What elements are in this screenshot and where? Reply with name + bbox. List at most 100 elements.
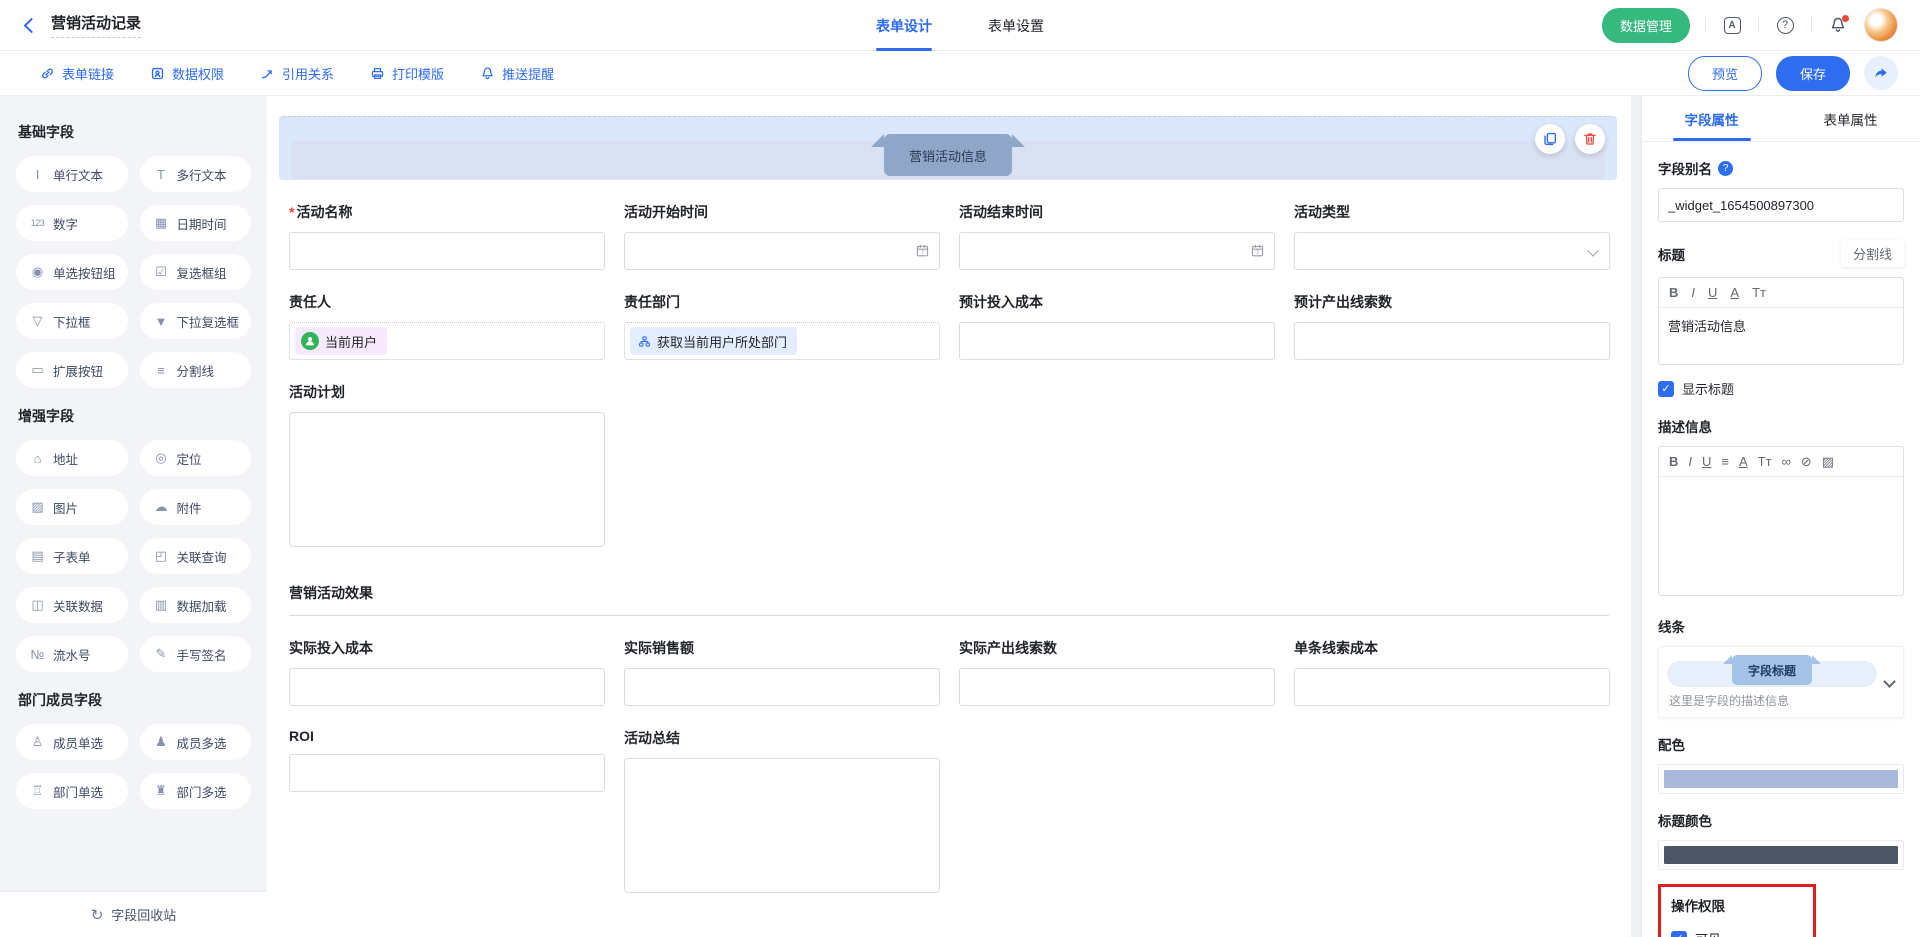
palette-item-linked-query[interactable]: ◰关联查询 bbox=[140, 538, 252, 574]
palette-item-linked-data[interactable]: ◫关联数据 bbox=[16, 587, 128, 623]
form-link-button[interactable]: 表单链接 bbox=[40, 64, 114, 83]
palette-item-address[interactable]: ⌂地址 bbox=[16, 440, 128, 476]
copy-widget-button[interactable] bbox=[1535, 124, 1565, 154]
print-template-button[interactable]: 打印模版 bbox=[370, 64, 444, 83]
radio-group-icon: ◉ bbox=[29, 264, 46, 280]
palette-item-datetime[interactable]: ▦日期时间 bbox=[140, 205, 252, 241]
alias-help-icon[interactable]: ? bbox=[1718, 161, 1733, 176]
reference-icon bbox=[260, 66, 275, 81]
palette-item-number[interactable]: 123数字 bbox=[16, 205, 128, 241]
color-scheme-picker[interactable] bbox=[1658, 764, 1904, 794]
underline-icon[interactable]: U bbox=[1708, 286, 1717, 299]
tab-form-settings[interactable]: 表单设置 bbox=[988, 0, 1044, 51]
selected-divider-widget[interactable]: 营销活动信息 bbox=[279, 116, 1617, 180]
show-title-checkbox-row[interactable]: ✓ 显示标题 bbox=[1658, 379, 1904, 398]
tab-form-design[interactable]: 表单设计 bbox=[876, 0, 932, 51]
form-title[interactable]: 营销活动记录 bbox=[51, 12, 141, 38]
palette-item-member-single[interactable]: ♙成员单选 bbox=[16, 724, 128, 760]
activity-summary-textarea[interactable] bbox=[624, 758, 940, 893]
description-editor-content[interactable] bbox=[1659, 477, 1903, 595]
font-color-icon[interactable]: A bbox=[1739, 455, 1748, 468]
palette-item-signature[interactable]: ✎手写签名 bbox=[140, 636, 252, 672]
actual-sales-input[interactable] bbox=[624, 668, 940, 706]
activity-plan-textarea[interactable] bbox=[289, 412, 605, 547]
palette-item-image[interactable]: ▨图片 bbox=[16, 489, 128, 525]
bold-icon[interactable]: B bbox=[1669, 455, 1678, 468]
palette-item-location[interactable]: ◎定位 bbox=[140, 440, 252, 476]
title-color-picker[interactable] bbox=[1658, 840, 1904, 870]
back-icon[interactable] bbox=[24, 17, 40, 33]
palette-item-divider[interactable]: ≡分割线 bbox=[140, 352, 252, 388]
palette-item-dropdown[interactable]: ▽下拉框 bbox=[16, 303, 128, 339]
multi-line-text-icon: T bbox=[153, 167, 170, 182]
push-reminder-button[interactable]: 推送提醒 bbox=[480, 64, 554, 83]
palette-item-single-line-text[interactable]: I单行文本 bbox=[16, 156, 128, 192]
reference-relation-button[interactable]: 引用关系 bbox=[260, 64, 334, 83]
font-size-icon[interactable]: Tᴛ bbox=[1758, 455, 1772, 468]
title-editor-content[interactable]: 营销活动信息 bbox=[1659, 308, 1903, 364]
bold-icon[interactable]: B bbox=[1669, 286, 1678, 299]
save-button[interactable]: 保存 bbox=[1776, 56, 1850, 91]
cost-per-lead-input[interactable] bbox=[1294, 668, 1610, 706]
palette-item-member-multi[interactable]: ♟成员多选 bbox=[140, 724, 252, 760]
unlink-icon[interactable]: ⊘ bbox=[1801, 455, 1812, 468]
line-style-selector[interactable]: 字段标题 这里是字段的描述信息 bbox=[1658, 646, 1904, 718]
activity-name-input[interactable] bbox=[289, 232, 605, 270]
scheme-color-swatch[interactable] bbox=[1664, 770, 1898, 788]
align-icon[interactable]: ≡ bbox=[1721, 455, 1729, 468]
tab-field-properties[interactable]: 字段属性 bbox=[1642, 96, 1781, 141]
palette-item-checkbox-group[interactable]: ☑复选框组 bbox=[140, 254, 252, 290]
signature-icon: ✎ bbox=[153, 646, 170, 662]
data-permission-button[interactable]: 数据权限 bbox=[150, 64, 224, 83]
field-owner: 责任人 当前用户 bbox=[289, 292, 605, 360]
font-color-icon[interactable]: A bbox=[1730, 286, 1739, 299]
delete-widget-button[interactable] bbox=[1575, 124, 1605, 154]
palette-item-dropdown-multi[interactable]: ▼下拉复选框 bbox=[140, 303, 252, 339]
visible-checkbox-row[interactable]: ✓ 可见 bbox=[1671, 929, 1803, 937]
font-size-icon[interactable]: Tᴛ bbox=[1752, 286, 1766, 299]
activity-start-time-input[interactable]: 7 bbox=[624, 232, 940, 270]
italic-icon[interactable]: I bbox=[1691, 286, 1695, 299]
actual-cost-input[interactable] bbox=[289, 668, 605, 706]
insert-image-icon[interactable]: ▨ bbox=[1822, 455, 1834, 468]
palette-item-radio-group[interactable]: ◉单选按钮组 bbox=[16, 254, 128, 290]
share-button[interactable] bbox=[1864, 56, 1898, 90]
field-recycle-bin[interactable]: ↻ 字段回收站 bbox=[0, 891, 267, 937]
data-management-button[interactable]: 数据管理 bbox=[1602, 8, 1690, 43]
annotation-highlight-box: 操作权限 ✓ 可见 bbox=[1658, 884, 1816, 937]
contact-icon[interactable]: A bbox=[1721, 14, 1743, 36]
palette-item-dept-multi[interactable]: ♜部门多选 bbox=[140, 773, 252, 809]
preview-button[interactable]: 预览 bbox=[1688, 56, 1762, 91]
roi-input[interactable] bbox=[289, 754, 605, 792]
activity-end-time-input[interactable]: 7 bbox=[959, 232, 1275, 270]
checkbox-checked-icon[interactable]: ✓ bbox=[1658, 381, 1674, 397]
palette-item-data-load[interactable]: ▥数据加载 bbox=[140, 587, 252, 623]
help-icon[interactable]: ? bbox=[1774, 14, 1796, 36]
owner-department-input[interactable]: 获取当前用户所处部门 bbox=[624, 322, 940, 360]
user-avatar[interactable] bbox=[1864, 8, 1898, 42]
title-color-swatch[interactable] bbox=[1664, 846, 1898, 864]
estimated-cost-input[interactable] bbox=[959, 322, 1275, 360]
palette-item-serial-number[interactable]: №流水号 bbox=[16, 636, 128, 672]
owner-input[interactable]: 当前用户 bbox=[289, 322, 605, 360]
underline-icon[interactable]: U bbox=[1702, 455, 1711, 468]
field-alias-input[interactable] bbox=[1658, 188, 1904, 222]
current-user-tag[interactable]: 当前用户 bbox=[295, 327, 387, 355]
notification-bell-icon[interactable] bbox=[1827, 14, 1849, 36]
linked-query-icon: ◰ bbox=[153, 548, 170, 564]
palette-item-multi-line-text[interactable]: T多行文本 bbox=[140, 156, 252, 192]
palette-item-attachment[interactable]: ☁附件 bbox=[140, 489, 252, 525]
divider-icon: ≡ bbox=[153, 363, 170, 378]
palette-item-extend-button[interactable]: ▭扩展按钮 bbox=[16, 352, 128, 388]
push-reminder-icon bbox=[480, 66, 495, 81]
tab-form-properties[interactable]: 表单属性 bbox=[1781, 96, 1920, 141]
checkbox-checked-icon[interactable]: ✓ bbox=[1671, 931, 1687, 937]
italic-icon[interactable]: I bbox=[1688, 455, 1692, 468]
activity-type-select[interactable] bbox=[1294, 232, 1610, 270]
palette-item-dept-single[interactable]: ♖部门单选 bbox=[16, 773, 128, 809]
current-user-department-tag[interactable]: 获取当前用户所处部门 bbox=[630, 327, 797, 355]
actual-leads-input[interactable] bbox=[959, 668, 1275, 706]
link-icon[interactable]: ∞ bbox=[1782, 455, 1791, 468]
estimated-leads-input[interactable] bbox=[1294, 322, 1610, 360]
palette-item-subform[interactable]: ▤子表单 bbox=[16, 538, 128, 574]
